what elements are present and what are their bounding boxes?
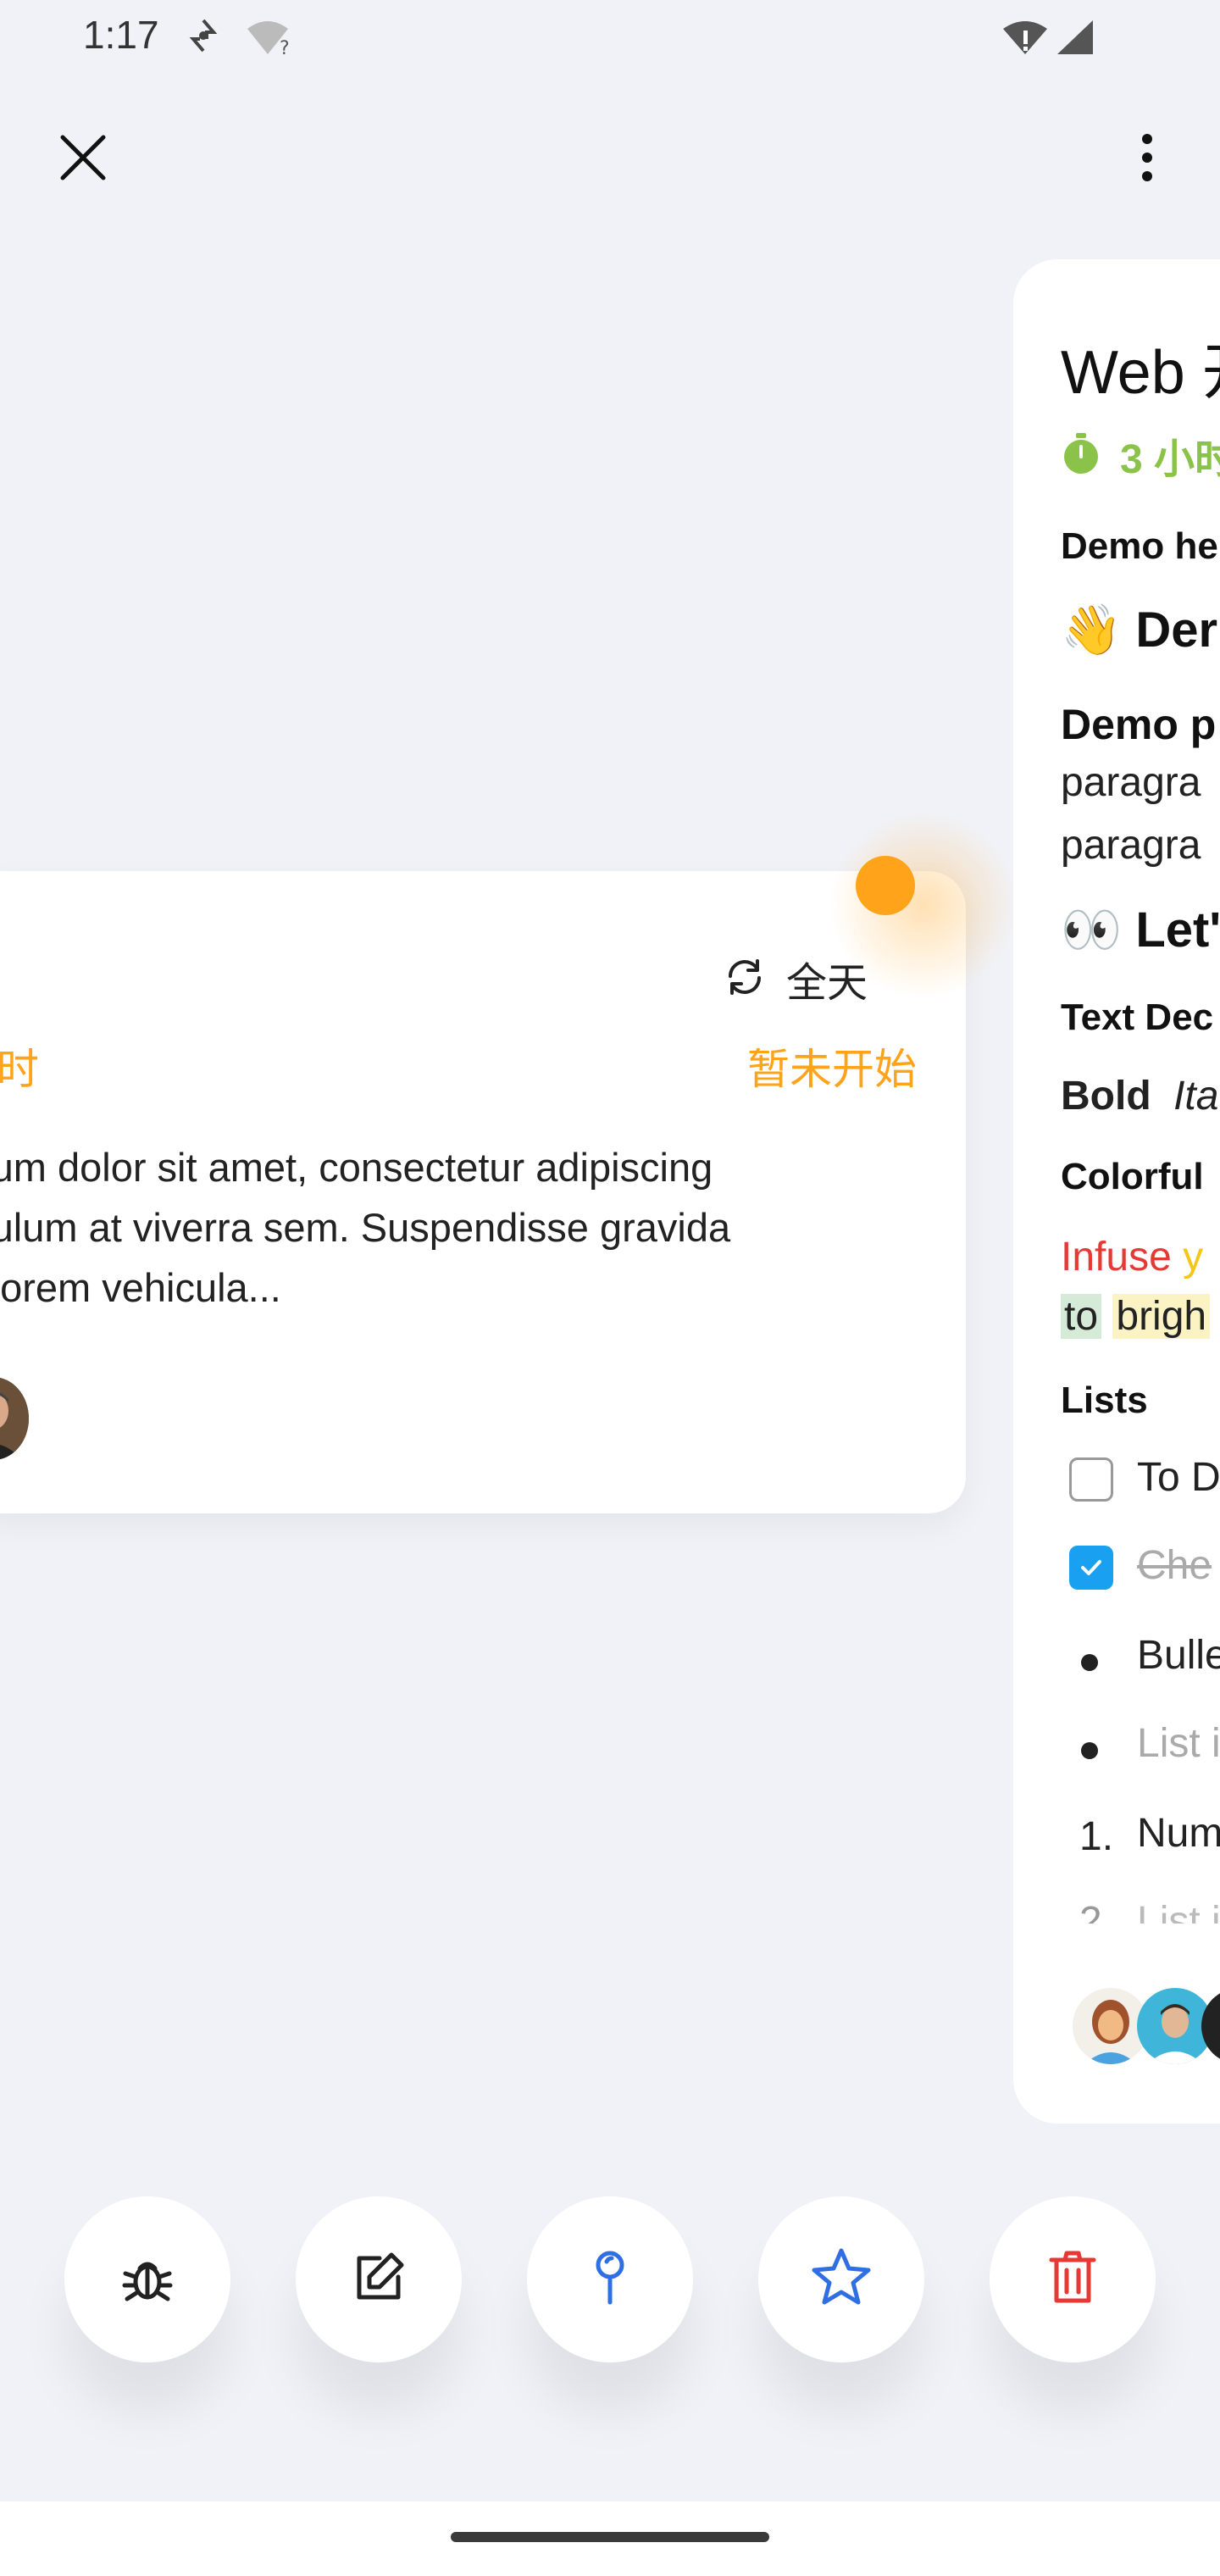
avatar [1201,1988,1220,2064]
colorful-line-1: Infuse y [1061,1234,1203,1280]
paragraph-line: paragra [1061,823,1201,868]
status-time: 1:17 [83,13,159,57]
close-button[interactable] [51,127,115,192]
bullet-dot [1081,1742,1098,1759]
lets-heading-text: Let' [1135,902,1220,958]
bullet-item: List i [1137,1721,1220,1766]
demo-heading: Demo he [1061,525,1218,567]
yellow-highlight-text: brigh [1112,1294,1211,1339]
red-text: Infuse [1061,1235,1172,1280]
close-icon [59,134,107,186]
favorite-button[interactable] [758,2196,924,2362]
italic-text: Ita [1173,1074,1219,1119]
status-dot [856,856,915,915]
text-decoration-heading: Text Dec [1061,997,1214,1038]
edit-icon [349,2248,408,2312]
task-card-right[interactable]: Web 开 3 小时 Demo he 👋 Der Demo p paragra … [1013,259,1220,2124]
eyes-icon: 👀 [1061,902,1123,958]
bold-italic-row: Bold Ita [1061,1073,1218,1119]
repeat-row: 全天 [724,949,868,1008]
yellow-text: y [1183,1235,1204,1280]
faded-list-row: 2. List i [1061,1898,1220,1924]
wifi-alert-icon [1001,19,1052,60]
paragraph-line: paragra [1061,760,1201,805]
demo-h1: 👋 Der [1061,602,1217,659]
repeat-icon [724,956,766,1002]
card-title: Web 开 [1061,339,1220,407]
wifi-unknown-icon: ? [246,19,297,60]
status-bar: 1:17 ? [0,0,1220,76]
bullet-dot [1081,1654,1098,1671]
pin-icon [585,2248,635,2312]
delete-button[interactable] [990,2196,1156,2362]
duration-text: 3 小时 [1120,437,1220,482]
green-highlight-text: to [1061,1294,1102,1339]
debug-icon [118,2248,177,2312]
number-marker: 2. [1079,1899,1114,1924]
task-card-left[interactable]: 全天 时 暂未开始 psum dolor sit amet, consectet… [0,803,1025,1513]
todo-checkbox[interactable] [1069,1457,1113,1502]
bullet-item: Bulle [1137,1633,1220,1678]
debug-button[interactable] [64,2196,230,2362]
demo-h1-text: Der [1135,602,1218,658]
more-vertical-icon [1139,132,1156,187]
number-marker: 1. [1079,1814,1114,1859]
duration-row: 3 小时 [1061,425,1220,485]
trash-icon [1045,2248,1101,2312]
demo-paragraph-bold: Demo p [1061,701,1217,748]
edit-button[interactable] [296,2196,462,2362]
duration-fragment: 时 [0,1046,39,1093]
colorful-heading: Colorful [1061,1156,1204,1197]
cell-signal-icon [1054,19,1096,60]
all-day-label: 全天 [786,961,868,1006]
colorful-line-2: to brigh [1061,1293,1211,1340]
checked-checkbox[interactable] [1069,1546,1113,1590]
numbered-item: Num [1137,1811,1220,1856]
pin-button[interactable] [527,2196,693,2362]
avatar-group [1073,1988,1220,2064]
svg-text:?: ? [280,38,290,56]
home-indicator[interactable] [451,2532,769,2542]
lists-heading: Lists [1061,1380,1148,1421]
lets-heading: 👀 Let' [1061,902,1220,959]
data-saver-icon [188,17,219,58]
avatar [0,1377,29,1460]
bold-text: Bold [1061,1074,1151,1119]
task-description: psum dolor sit amet, consectetur adipisc… [0,1145,731,1310]
waving-hand-icon: 👋 [1061,602,1123,658]
checked-item: Che [1137,1543,1212,1588]
numbered-item: List i [1137,1899,1220,1924]
star-icon [809,2246,873,2314]
more-options-button[interactable] [1115,127,1179,192]
status-label: 暂未开始 [747,1046,917,1093]
stopwatch-icon [1061,431,1101,480]
todo-item: To D [1137,1455,1220,1500]
